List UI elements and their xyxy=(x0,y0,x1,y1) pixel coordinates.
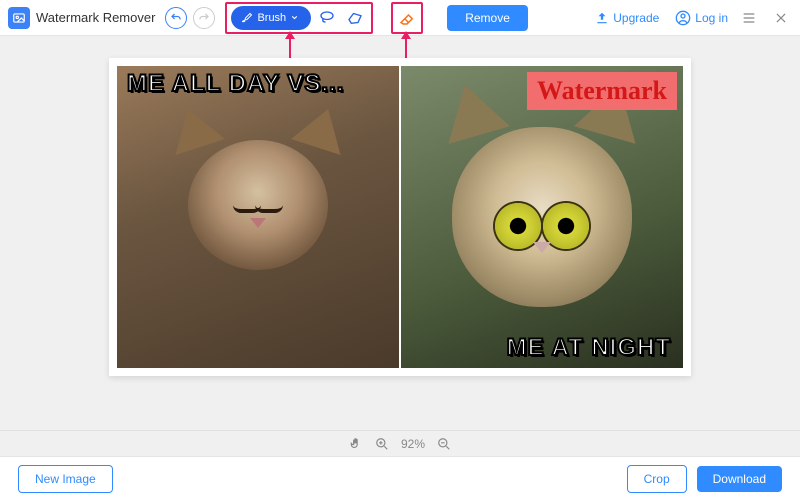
zoom-in-button[interactable] xyxy=(375,437,389,451)
menu-icon xyxy=(741,10,757,26)
top-toolbar: Watermark Remover Brush Remove Upgrade xyxy=(0,0,800,36)
zoom-bar: 92% xyxy=(0,430,800,456)
brush-label: Brush xyxy=(257,12,286,24)
brush-icon xyxy=(241,12,253,24)
login-label: Log in xyxy=(695,11,728,25)
canvas-area: ME ALL DAY VS... ME AT NIGHT Watermark xyxy=(0,36,800,430)
meme-right-panel xyxy=(401,66,683,368)
annotation-arrow-icon xyxy=(405,32,407,58)
close-button[interactable] xyxy=(770,7,792,29)
undo-button[interactable] xyxy=(165,7,187,29)
bottom-bar: New Image Crop Download xyxy=(0,456,800,500)
new-image-button[interactable]: New Image xyxy=(18,465,113,493)
upgrade-label: Upgrade xyxy=(613,11,659,25)
login-button[interactable]: Log in xyxy=(675,10,728,26)
meme-text-bottom: ME AT NIGHT xyxy=(507,334,671,362)
brush-tool-button[interactable]: Brush xyxy=(231,6,311,30)
annotation-arrow-icon xyxy=(289,32,291,58)
lasso-icon xyxy=(318,9,336,27)
menu-button[interactable] xyxy=(738,7,760,29)
meme-left-panel xyxy=(117,66,401,368)
user-icon xyxy=(675,10,691,26)
remove-button[interactable]: Remove xyxy=(447,5,528,31)
eraser-tool-button[interactable] xyxy=(395,6,419,30)
eraser-icon xyxy=(398,9,416,27)
meme-text-top: ME ALL DAY VS... xyxy=(127,70,344,98)
eraser-tool-group xyxy=(391,2,423,34)
meme-image: ME ALL DAY VS... ME AT NIGHT Watermark xyxy=(117,66,683,368)
image-frame[interactable]: ME ALL DAY VS... ME AT NIGHT Watermark xyxy=(109,58,691,376)
app-title: Watermark Remover xyxy=(36,10,155,25)
app-logo-icon xyxy=(8,7,30,29)
polygon-icon xyxy=(346,9,364,27)
redo-button[interactable] xyxy=(193,7,215,29)
upload-icon xyxy=(595,11,609,25)
zoom-out-icon xyxy=(437,437,451,451)
hand-icon xyxy=(349,437,363,451)
chevron-down-icon xyxy=(290,13,299,22)
polygon-tool-button[interactable] xyxy=(343,6,367,30)
watermark-overlay: Watermark xyxy=(527,72,677,110)
crop-button[interactable]: Crop xyxy=(627,465,687,493)
lasso-tool-button[interactable] xyxy=(315,6,339,30)
upgrade-button[interactable]: Upgrade xyxy=(595,11,659,25)
close-icon xyxy=(774,11,788,25)
download-button[interactable]: Download xyxy=(697,466,782,492)
zoom-in-icon xyxy=(375,437,389,451)
zoom-level: 92% xyxy=(401,437,425,451)
pan-tool-button[interactable] xyxy=(349,437,363,451)
selection-tools-group: Brush xyxy=(225,2,373,34)
zoom-out-button[interactable] xyxy=(437,437,451,451)
